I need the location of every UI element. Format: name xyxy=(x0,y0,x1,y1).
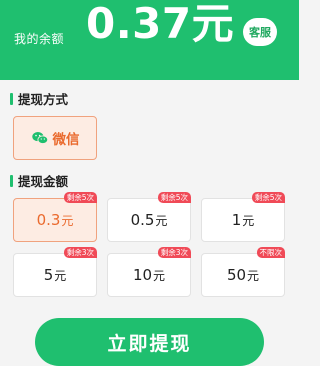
amount-value: 1 xyxy=(231,211,242,229)
amount-unit: 元 xyxy=(61,213,74,228)
remaining-times-badge: 剩余3次 xyxy=(63,247,97,258)
withdraw-amount-title: 提现金额 xyxy=(10,171,68,190)
amount-value: 0.5 xyxy=(130,211,155,229)
amount-option-0-3[interactable]: 0.3 元 剩余5次 xyxy=(13,192,97,242)
balance-label: 我的余额 xyxy=(14,32,65,46)
amount-unit: 元 xyxy=(153,268,166,283)
amount-option-10[interactable]: 10 元 剩余3次 xyxy=(107,247,191,297)
amount-unit: 元 xyxy=(54,268,67,283)
amount-option-50[interactable]: 50 元 不限次 xyxy=(201,247,285,297)
amount-unit: 元 xyxy=(242,213,255,228)
remaining-times-badge: 剩余5次 xyxy=(251,192,285,203)
unlimited-times-badge: 不限次 xyxy=(256,247,285,258)
amount-option-5[interactable]: 5元 剩余3次 xyxy=(13,247,97,297)
amount-option-1[interactable]: 1元 剩余5次 xyxy=(201,192,285,242)
section-accent-bar xyxy=(10,174,13,187)
withdraw-method-title: 提现方式 xyxy=(10,89,68,108)
withdraw-method-title-text: 提现方式 xyxy=(18,92,69,107)
amount-value: 5 xyxy=(43,266,54,284)
wechat-icon xyxy=(31,132,48,145)
amount-value: 10 xyxy=(132,266,153,284)
withdraw-now-button[interactable]: 立即提现 xyxy=(35,318,264,366)
remaining-times-badge: 剩余3次 xyxy=(157,247,191,258)
amount-value: 0.3 xyxy=(36,211,61,229)
amount-unit: 元 xyxy=(155,213,168,228)
amount-unit: 元 xyxy=(247,268,260,283)
wechat-method-option[interactable]: 微信 xyxy=(13,116,97,160)
remaining-times-badge: 剩余5次 xyxy=(63,192,97,203)
customer-service-button[interactable]: 客服 xyxy=(243,18,277,46)
section-accent-bar xyxy=(10,92,13,105)
balance-header: 我的余额 0.37元 客服 xyxy=(0,0,299,80)
amount-value: 50 xyxy=(226,266,247,284)
withdraw-amount-title-text: 提现金额 xyxy=(18,174,69,189)
wechat-method-label: 微信 xyxy=(52,132,80,148)
remaining-times-badge: 剩余5次 xyxy=(157,192,191,203)
amount-option-0-5[interactable]: 0.5 元 剩余5次 xyxy=(107,192,191,242)
balance-amount: 0.37元 xyxy=(86,0,235,48)
